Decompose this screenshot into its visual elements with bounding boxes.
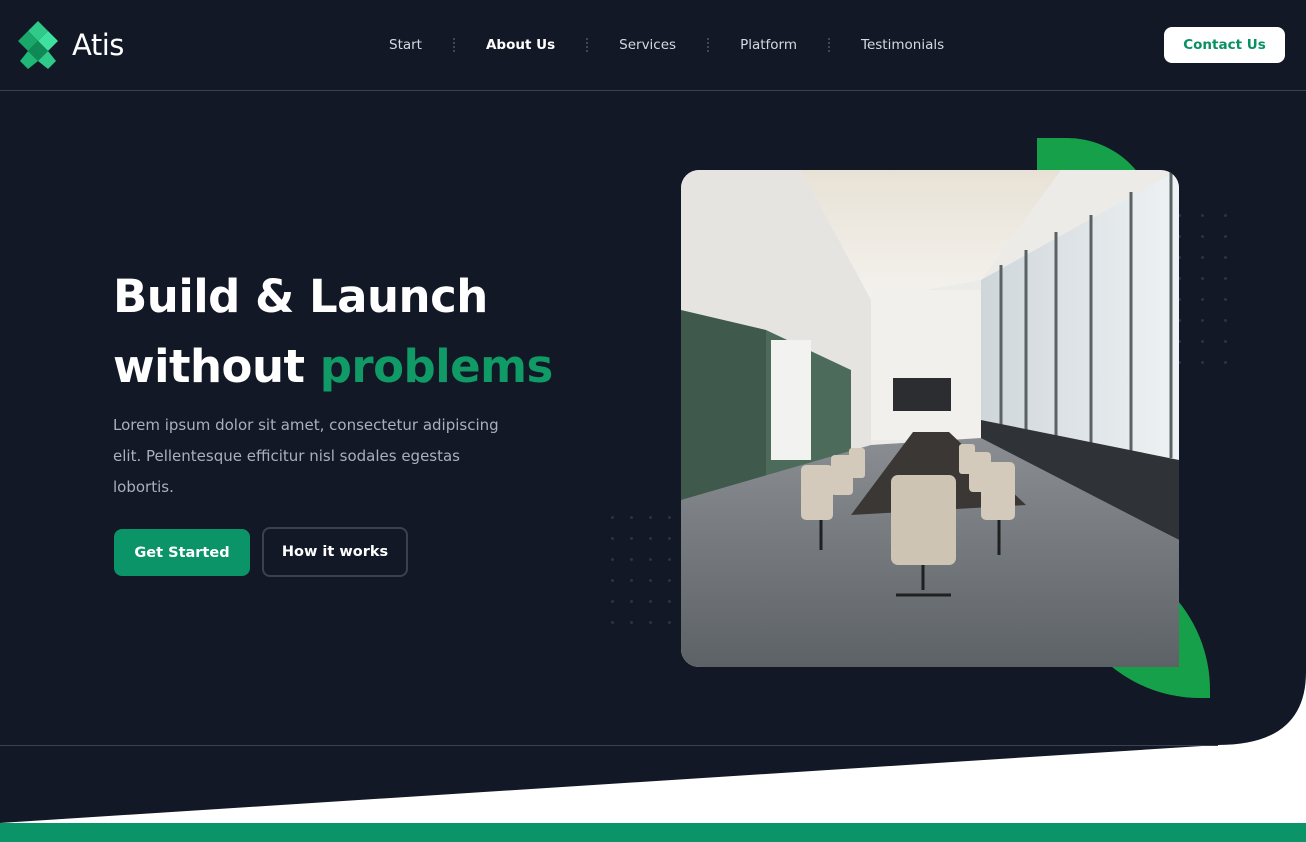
diamond-grid-icon: [18, 21, 58, 69]
nav-separator: [586, 38, 589, 52]
landing-page: Atis Start About Us Services Platform Te…: [0, 0, 1306, 842]
main-nav: Start About Us Services Platform Testimo…: [372, 28, 961, 62]
hero-title-line2: without: [113, 340, 320, 393]
hero-title-accent: problems: [319, 340, 554, 393]
hero-title: Build & Launch without problems: [113, 262, 573, 402]
section-divider: [0, 745, 1218, 746]
dot-pattern-left: [611, 516, 671, 624]
hero-title-line1: Build & Launch: [113, 270, 488, 323]
nav-separator: [452, 38, 455, 52]
get-started-button[interactable]: Get Started: [114, 529, 250, 576]
hero-description: Lorem ipsum dolor sit amet, consectetur …: [113, 416, 499, 496]
nav-item-start[interactable]: Start: [372, 37, 439, 53]
brand-logo[interactable]: Atis: [18, 21, 124, 69]
nav-separator: [828, 38, 831, 52]
site-header: Atis Start About Us Services Platform Te…: [0, 0, 1306, 91]
green-footer-bar: [0, 823, 1306, 842]
nav-item-testimonials[interactable]: Testimonials: [844, 37, 961, 53]
contact-us-button[interactable]: Contact Us: [1164, 27, 1285, 63]
nav-separator: [707, 38, 710, 52]
conference-room-photo: [681, 170, 1179, 667]
nav-item-platform[interactable]: Platform: [723, 37, 814, 53]
how-it-works-button[interactable]: How it works: [262, 527, 408, 577]
nav-item-about-us[interactable]: About Us: [469, 37, 572, 53]
nav-item-services[interactable]: Services: [602, 37, 693, 53]
dot-pattern-right: [1178, 214, 1227, 364]
brand-name: Atis: [72, 28, 124, 62]
